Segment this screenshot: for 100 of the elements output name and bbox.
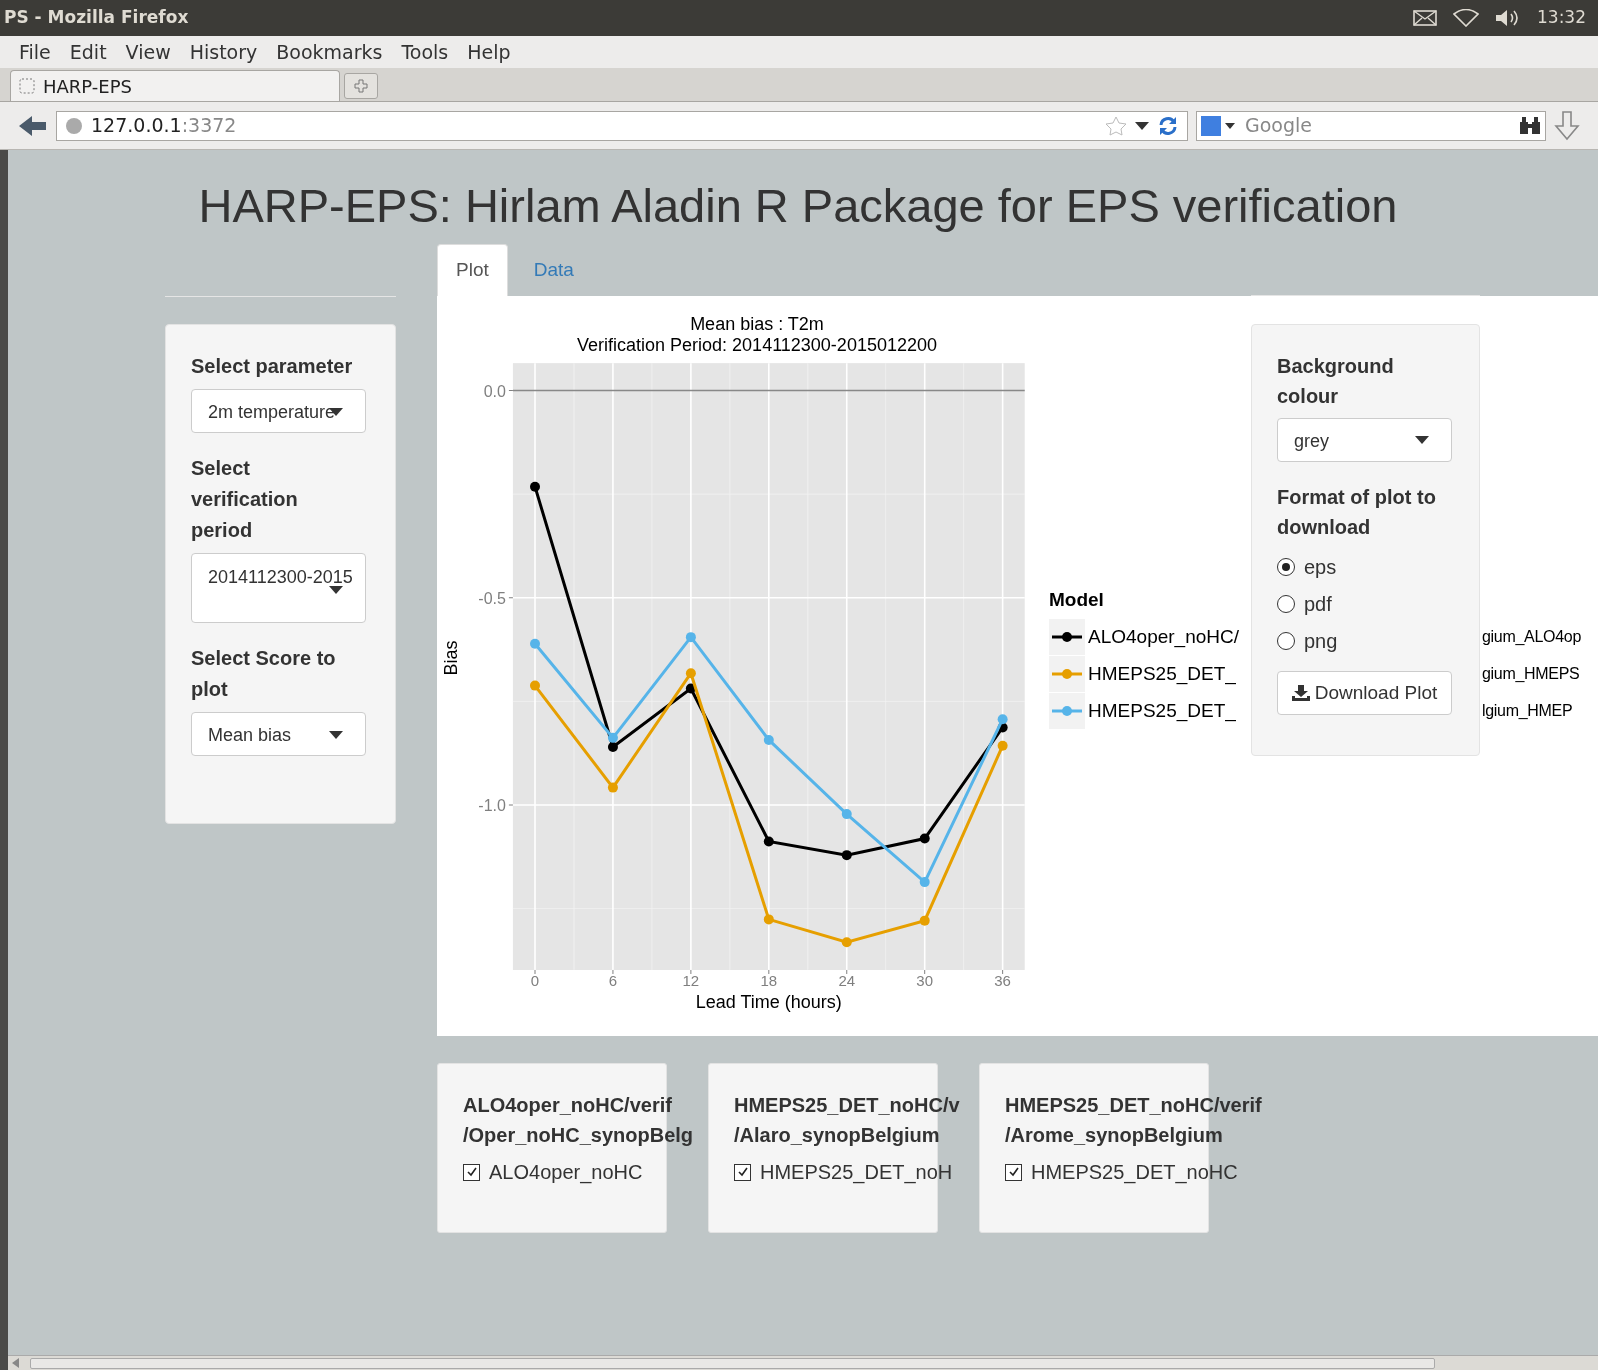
model-checkbox[interactable]: ALO4oper_noHC [463, 1157, 643, 1187]
search-engine-icon[interactable] [1201, 115, 1237, 136]
legend-key-icon [1049, 693, 1085, 729]
x-tick-label: 6 [608, 971, 618, 989]
data-point [997, 714, 1008, 725]
menu-item[interactable]: Edit [69, 37, 107, 67]
caret-icon [329, 586, 343, 594]
model-checkbox[interactable]: HMEPS25_DET_noHC [1005, 1157, 1238, 1187]
x-tick-label: 30 [916, 971, 934, 989]
select-field[interactable]: 2m temperature [191, 389, 366, 433]
data-point [997, 740, 1008, 751]
field-label: Background colour [1277, 354, 1395, 409]
data-point [607, 782, 618, 793]
reload-icon[interactable] [1157, 114, 1179, 137]
checkbox[interactable] [463, 1163, 480, 1181]
data-point [763, 836, 774, 847]
data-point [530, 680, 540, 691]
model-path: /Alaro_synopBelgium [734, 1123, 940, 1148]
x-tick-label: 12 [682, 971, 700, 989]
download-button[interactable]: Download Plot [1277, 671, 1452, 715]
radio-button[interactable] [1277, 594, 1295, 613]
checkbox[interactable] [1005, 1163, 1022, 1181]
mail-icon [1413, 10, 1437, 26]
legend-key-icon [1049, 619, 1085, 655]
menu-item[interactable]: Help [467, 37, 511, 67]
scroll-left-icon[interactable] [12, 1358, 20, 1368]
plus-icon [354, 79, 368, 93]
select-field[interactable]: 2014112300-2015 [191, 553, 366, 623]
data-point [919, 833, 930, 844]
x-tick-label: 36 [994, 971, 1011, 989]
star-icon[interactable] [1105, 115, 1127, 136]
data-point [763, 734, 774, 745]
radio-option[interactable]: pdf [1277, 585, 1454, 622]
legend-label: HMEPS25_DET_ [1088, 661, 1236, 687]
data-point [685, 668, 696, 679]
y-tick-label: -1.0 [478, 797, 506, 814]
field-label: Select Score to plot [191, 646, 337, 702]
field-label: Select parameter [191, 354, 354, 379]
search-input[interactable]: Google [1245, 111, 1511, 140]
y-axis-label: Bias [441, 640, 461, 676]
browser-tab[interactable]: HARP-EPS [10, 70, 340, 101]
model-path: /Oper_noHC_synopBelg [463, 1123, 694, 1148]
window-title: PS - Mozilla Firefox [4, 6, 189, 30]
data-point [685, 632, 696, 643]
tab[interactable]: Plot [437, 244, 508, 296]
data-point [607, 732, 618, 743]
legend-label: ALO4oper_noHC/ [1088, 624, 1240, 650]
legend-key-icon [1049, 656, 1085, 692]
x-tick-label: 18 [760, 971, 778, 989]
data-point [530, 638, 540, 649]
dropdown-icon [1135, 121, 1149, 130]
address-field[interactable]: 127.0.0.1:3372 [56, 110, 1188, 141]
download-arrow-icon[interactable] [1554, 110, 1580, 141]
download-icon [1291, 685, 1310, 701]
model-path: HMEPS25_DET_noHC/verif [1005, 1093, 1262, 1118]
data-point [841, 850, 852, 861]
checkbox[interactable] [734, 1163, 751, 1181]
menu-item[interactable]: History [189, 37, 258, 67]
search-field[interactable]: Google [1196, 110, 1546, 141]
legend-label: HMEPS25_DET_ [1088, 698, 1236, 724]
y-tick-label: 0.0 [483, 382, 506, 400]
volume-icon [1495, 9, 1521, 27]
select-field[interactable]: Mean bias [191, 712, 366, 756]
radio-option[interactable]: png [1277, 622, 1454, 659]
radio-option[interactable]: eps [1277, 548, 1454, 585]
data-point [841, 937, 852, 948]
model-path: ALO4oper_noHC/verif [463, 1093, 672, 1118]
back-arrow-icon[interactable] [18, 113, 48, 138]
caret-icon [1415, 436, 1429, 444]
binoculars-icon[interactable] [1519, 115, 1541, 136]
y-tick-label: -0.5 [478, 589, 506, 607]
data-point [685, 683, 696, 694]
x-tick-label: 0 [530, 971, 540, 989]
chart-title: Verification Period: 2014112300-2015012200 [577, 335, 937, 355]
url-text: 127.0.0.1:3372 [91, 113, 237, 139]
data-point [530, 481, 540, 492]
data-point [607, 741, 618, 752]
page-icon [19, 78, 35, 94]
menu-item[interactable]: Tools [401, 37, 449, 67]
menu-item[interactable]: Bookmarks [276, 37, 383, 67]
page-title: HARP-EPS: Hirlam Aladin R Package for EPS verification [197, 178, 1399, 234]
data-point [841, 809, 852, 820]
x-tick-label: 24 [838, 971, 856, 989]
model-checkbox[interactable]: HMEPS25_DET_noH [734, 1157, 953, 1187]
legend-label: gium_HMEPS [1481, 664, 1580, 684]
model-path: HMEPS25_DET_noHC/v [734, 1093, 960, 1118]
legend-label: gium_ALO4op [1481, 627, 1581, 647]
caret-icon [329, 731, 343, 739]
clock: 13:32 [1537, 6, 1586, 30]
field-label: Select verification period [191, 456, 299, 543]
select-field[interactable]: grey [1277, 418, 1452, 462]
legend-label: lgium_HMEP [1481, 701, 1573, 721]
radio-button[interactable] [1277, 631, 1295, 650]
menu-item[interactable]: View [125, 37, 171, 67]
radio-button[interactable] [1277, 557, 1295, 576]
chart-title: Mean bias : T2m [690, 314, 824, 334]
data-point [919, 915, 930, 926]
legend-title: Model [1049, 588, 1105, 612]
data-point [763, 914, 774, 925]
menu-item[interactable]: File [19, 37, 51, 67]
